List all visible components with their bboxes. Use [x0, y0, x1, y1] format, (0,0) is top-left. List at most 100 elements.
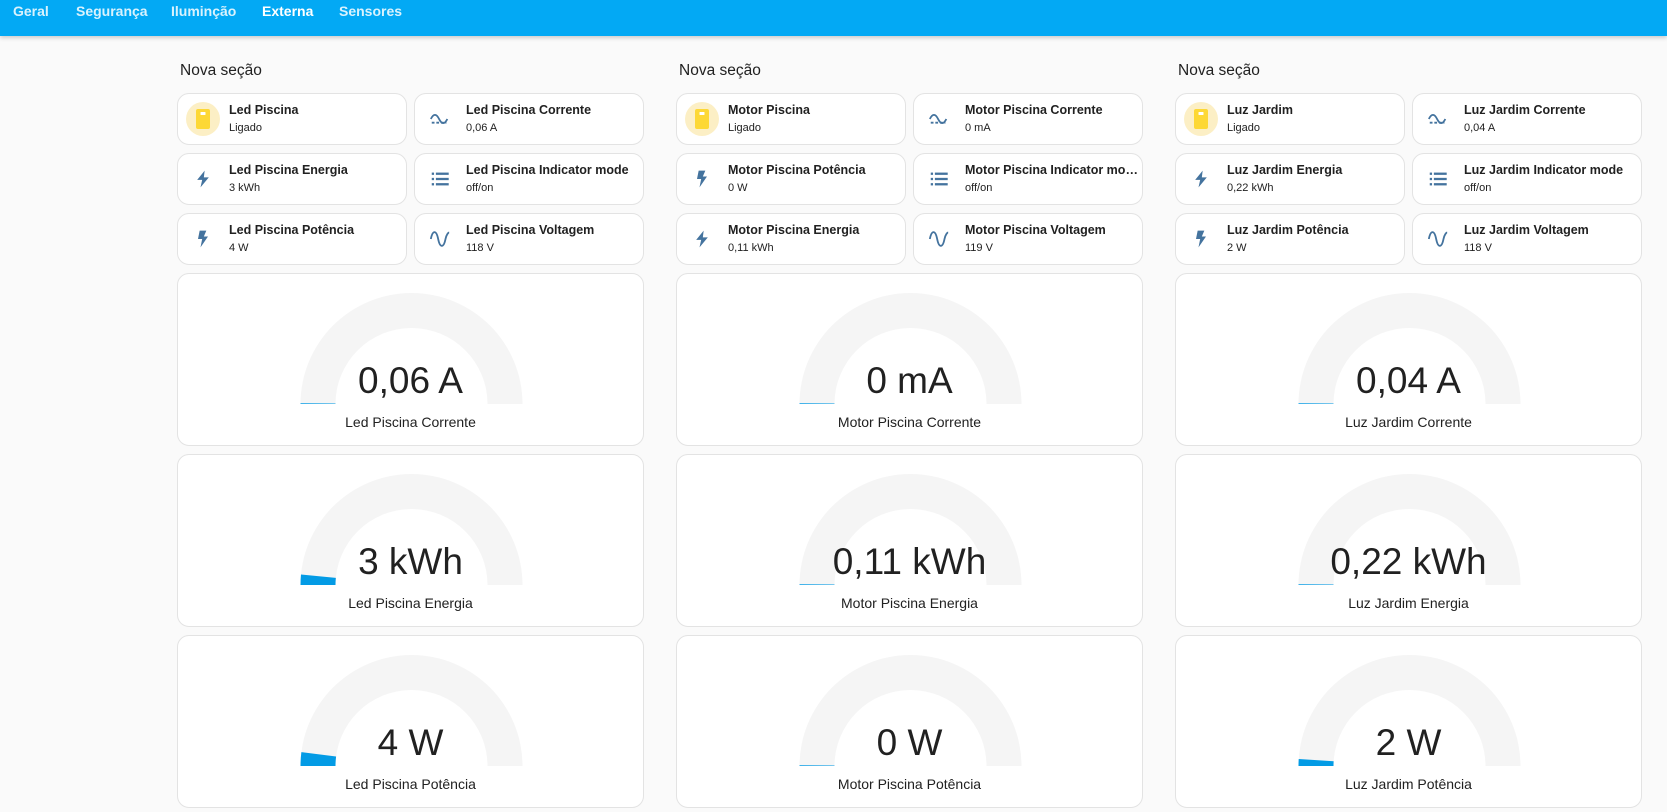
tile-state: off/on	[1464, 182, 1492, 194]
section-title: Nova seção	[1178, 62, 1260, 79]
switch-icon[interactable]	[186, 102, 220, 136]
list-icon	[423, 162, 457, 196]
tab-geral[interactable]: Geral	[13, 3, 49, 19]
entity-tile[interactable]: Led Piscina Ligado	[177, 93, 407, 145]
tile-name: Led Piscina Energia	[229, 163, 348, 177]
tile-state: 0 mA	[965, 122, 991, 134]
flash-icon	[1184, 222, 1218, 256]
tile-state: off/on	[466, 182, 494, 194]
gauge-card[interactable]: 3 kWh Led Piscina Energia	[177, 454, 644, 627]
tile-state: Ligado	[728, 122, 762, 134]
gauge-name: Led Piscina Corrente	[345, 414, 476, 430]
entity-tile[interactable]: Luz Jardim Energia 0,22 kWh	[1175, 153, 1405, 205]
switch-icon[interactable]	[685, 102, 719, 136]
tile-name: Luz Jardim Corrente	[1464, 103, 1586, 117]
sine-wave-icon	[1421, 222, 1455, 256]
entity-tile[interactable]: Motor Piscina Corrente 0 mA	[913, 93, 1143, 145]
gauge-card[interactable]: 0,11 kWh Motor Piscina Energia	[676, 454, 1143, 627]
entity-tile[interactable]: Led Piscina Corrente 0,06 A	[414, 93, 644, 145]
tab-iluminacao[interactable]: Iluminção	[171, 3, 236, 19]
tile-state: Ligado	[229, 122, 263, 134]
tile-state: 0,22 kWh	[1227, 182, 1274, 194]
gauge-card[interactable]: 0,06 A Led Piscina Corrente	[177, 273, 644, 446]
gauge-name: Led Piscina Energia	[348, 595, 473, 611]
tab-sensores[interactable]: Sensores	[339, 3, 402, 19]
tile-name: Motor Piscina Corrente	[965, 103, 1103, 117]
gauge-value: 4 W	[377, 722, 444, 763]
entity-tile[interactable]: Luz Jardim Voltagem 118 V	[1412, 213, 1642, 265]
switch-icon[interactable]	[1184, 102, 1218, 136]
gauge-value: 0,22 kWh	[1330, 541, 1487, 582]
tile-state: 2 W	[1227, 242, 1247, 254]
tile-name: Luz Jardim Indicator mode	[1464, 163, 1624, 177]
entity-tile[interactable]: Luz Jardim Ligado	[1175, 93, 1405, 145]
entity-tile[interactable]: Led Piscina Potência 4 W	[177, 213, 407, 265]
tile-name: Motor Piscina Potência	[728, 163, 866, 177]
gauge-name: Motor Piscina Potência	[837, 776, 982, 792]
gauge-card[interactable]: 0 mA Motor Piscina Corrente	[676, 273, 1143, 446]
tile-name: Led Piscina Potência	[229, 223, 355, 237]
gauge-card[interactable]: 0,22 kWh Luz Jardim Energia	[1175, 454, 1642, 627]
tile-name: Motor Piscina Energia	[728, 223, 860, 237]
gauge-card[interactable]: 0 W Motor Piscina Potência	[676, 635, 1143, 808]
tile-name: Led Piscina Indicator mode	[466, 163, 629, 177]
tile-state: 4 W	[229, 242, 249, 254]
entity-tile[interactable]: Luz Jardim Potência 2 W	[1175, 213, 1405, 265]
current-ac-icon	[922, 102, 956, 136]
flash-icon	[685, 162, 719, 196]
gauge-name: Motor Piscina Corrente	[837, 414, 982, 430]
entity-tile[interactable]: Motor Piscina Indicator mode off/on	[913, 153, 1143, 205]
entity-tile[interactable]: Motor Piscina Potência 0 W	[676, 153, 906, 205]
tile-name: Motor Piscina Indicator mode	[965, 163, 1139, 177]
tile-state: 118 V	[466, 242, 494, 254]
tile-name: Led Piscina Voltagem	[466, 223, 595, 237]
entity-tile[interactable]: Luz Jardim Indicator mode off/on	[1412, 153, 1642, 205]
tile-state: 0 W	[728, 182, 748, 194]
entity-tile[interactable]: Led Piscina Indicator mode off/on	[414, 153, 644, 205]
gauge-card[interactable]: 2 W Luz Jardim Potência	[1175, 635, 1642, 808]
tab-externa[interactable]: Externa	[262, 3, 313, 19]
tile-state: 0,04 A	[1464, 122, 1496, 134]
section-title: Nova seção	[679, 62, 761, 79]
tile-name: Motor Piscina Voltagem	[965, 223, 1106, 237]
entity-tile[interactable]: Motor Piscina Ligado	[676, 93, 906, 145]
gauge-value: 0,06 A	[358, 360, 463, 401]
gauge-value: 3 kWh	[358, 541, 463, 582]
gauge-card[interactable]: 0,04 A Luz Jardim Corrente	[1175, 273, 1642, 446]
tile-state: 0,06 A	[466, 122, 498, 134]
entity-tile[interactable]: Motor Piscina Energia 0,11 kWh	[676, 213, 906, 265]
current-ac-icon	[423, 102, 457, 136]
flash-icon	[186, 222, 220, 256]
gauge-name: Luz Jardim Corrente	[1345, 414, 1472, 430]
lightning-icon	[685, 222, 719, 256]
tile-name: Motor Piscina	[728, 103, 810, 117]
tile-name: Led Piscina	[229, 103, 299, 117]
sine-wave-icon	[922, 222, 956, 256]
tile-state: 118 V	[1464, 242, 1492, 254]
entity-tile[interactable]: Led Piscina Energia 3 kWh	[177, 153, 407, 205]
tile-name: Luz Jardim Voltagem	[1464, 223, 1589, 237]
gauge-name: Motor Piscina Energia	[841, 595, 978, 611]
current-ac-icon	[1421, 102, 1455, 136]
lightning-icon	[1184, 162, 1218, 196]
section-title: Nova seção	[180, 62, 262, 79]
gauge-name: Luz Jardim Energia	[1348, 595, 1469, 611]
gauge-name: Luz Jardim Potência	[1345, 776, 1472, 792]
tile-name: Led Piscina Corrente	[466, 103, 592, 117]
tile-name: Luz Jardim Energia	[1227, 163, 1343, 177]
sine-wave-icon	[423, 222, 457, 256]
tile-state: 119 V	[965, 242, 993, 254]
gauge-card[interactable]: 4 W Led Piscina Potência	[177, 635, 644, 808]
entity-tile[interactable]: Led Piscina Voltagem 118 V	[414, 213, 644, 265]
gauge-name: Led Piscina Potência	[345, 776, 476, 792]
entity-tile[interactable]: Motor Piscina Voltagem 119 V	[913, 213, 1143, 265]
list-icon	[1421, 162, 1455, 196]
tile-name: Luz Jardim	[1227, 103, 1293, 117]
tile-state: 3 kWh	[229, 182, 261, 194]
entity-tile[interactable]: Luz Jardim Corrente 0,04 A	[1412, 93, 1642, 145]
tab-seguranca[interactable]: Segurança	[76, 3, 148, 19]
lightning-icon	[186, 162, 220, 196]
tile-name: Luz Jardim Potência	[1227, 223, 1349, 237]
tile-state: off/on	[965, 182, 993, 194]
gauge-value: 0,11 kWh	[832, 541, 987, 582]
